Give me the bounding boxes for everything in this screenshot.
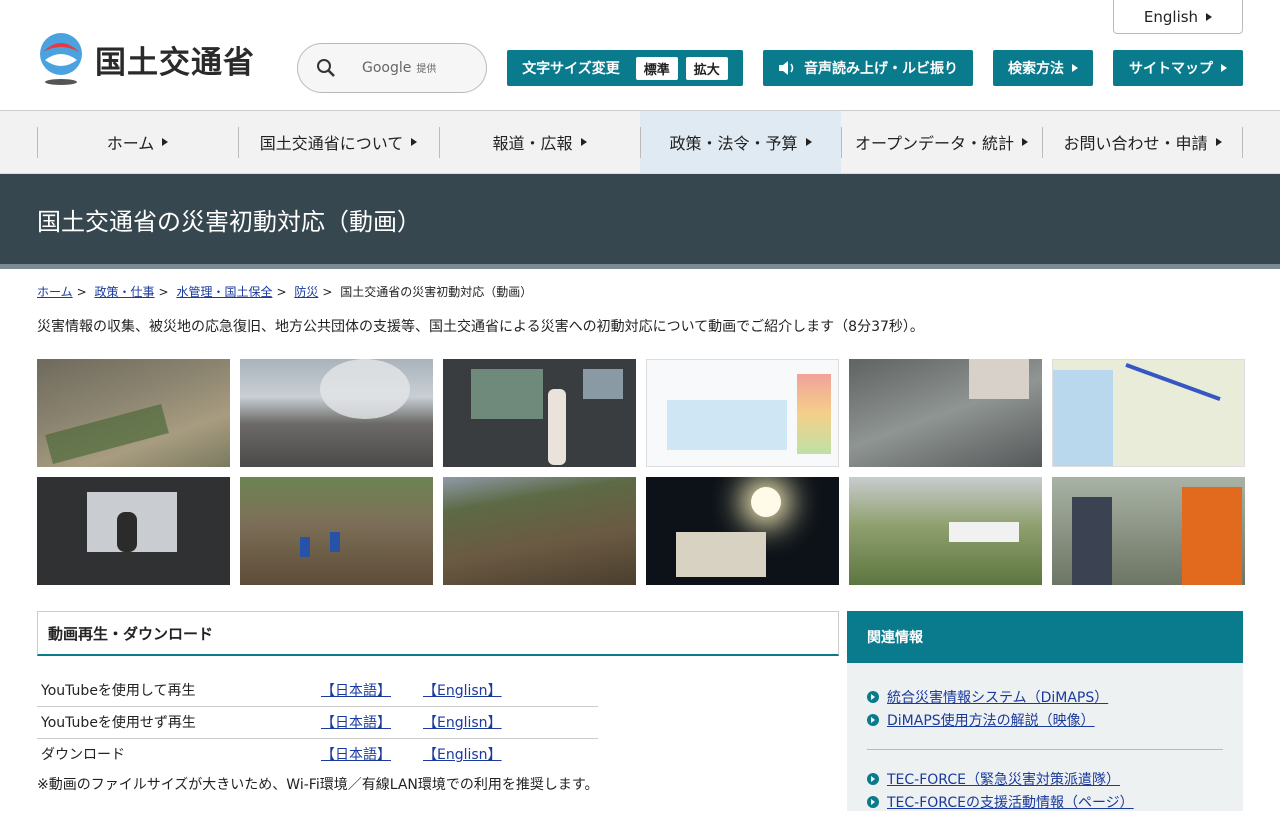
dimaps-guide-link[interactable]: DiMAPS使用方法の解説（映像） xyxy=(887,710,1095,730)
breadcrumb-current: 国土交通省の災害初動対応（動画） xyxy=(340,285,533,299)
river-level-chart-image xyxy=(646,359,839,467)
rescue-team-image xyxy=(1052,477,1245,585)
noyoutube-en-link[interactable]: 【Englisn】 xyxy=(423,715,502,731)
night-lighting-image xyxy=(646,477,839,585)
speech-button[interactable]: 音声読み上げ・ルビ振り xyxy=(763,50,973,86)
search-provider: Google 提供 xyxy=(362,60,437,76)
bullet-arrow-icon xyxy=(867,690,879,703)
nav-policy[interactable]: 政策・法令・予算 xyxy=(640,111,841,173)
briefing-room-image xyxy=(37,477,230,585)
site-header: 国土交通省 Google 提供 English 文字サイズ変更 標準 拡大 音声読… xyxy=(0,0,1280,111)
arrow-right-icon xyxy=(1022,138,1029,146)
sitemap-button[interactable]: サイトマップ xyxy=(1113,50,1243,86)
landslide-aerial-image xyxy=(443,477,636,585)
arrow-right-icon xyxy=(1215,138,1222,146)
page-title-band: 国土交通省の災害初動対応（動画） xyxy=(0,174,1280,269)
site-search[interactable]: Google 提供 xyxy=(297,43,487,93)
control-room-image xyxy=(443,359,636,467)
video-stills-gallery xyxy=(37,359,1245,585)
list-item: DiMAPS使用方法の解説（映像） xyxy=(867,708,1223,731)
font-large-button[interactable]: 拡大 xyxy=(685,56,728,80)
font-size-control: 文字サイズ変更 標準 拡大 xyxy=(507,50,743,86)
arrow-right-icon xyxy=(162,138,169,146)
arrow-right-icon xyxy=(580,138,587,146)
youtube-ja-link[interactable]: 【日本語】 xyxy=(321,683,391,699)
site-logo[interactable]: 国土交通省 xyxy=(37,32,255,86)
related-heading: 関連情報 xyxy=(847,611,1243,663)
bullet-arrow-icon xyxy=(867,795,879,808)
tec-force-link[interactable]: TEC-FORCE（緊急災害対策派遣隊） xyxy=(887,769,1120,789)
font-standard-button[interactable]: 標準 xyxy=(635,56,678,80)
nav-press[interactable]: 報道・広報 xyxy=(439,111,640,173)
bullet-arrow-icon xyxy=(867,772,879,785)
noyoutube-ja-link[interactable]: 【日本語】 xyxy=(321,715,391,731)
arrow-right-icon xyxy=(411,138,418,146)
map-table-image xyxy=(849,359,1042,467)
list-item: TEC-FORCE（緊急災害対策派遣隊） xyxy=(867,767,1223,790)
volcano-image xyxy=(240,359,433,467)
breadcrumb-home[interactable]: ホーム xyxy=(37,285,73,299)
search-method-button[interactable]: 検索方法 xyxy=(993,50,1093,86)
dimaps-map-image xyxy=(1052,359,1245,467)
search-icon xyxy=(317,59,335,77)
global-nav: ホーム 国土交通省について 報道・広報 政策・法令・予算 オープンデータ・統計 … xyxy=(0,111,1280,174)
list-item: 統合災害情報システム（DiMAPS） xyxy=(867,685,1223,708)
download-en-link[interactable]: 【Englisn】 xyxy=(423,747,502,763)
youtube-en-link[interactable]: 【Englisn】 xyxy=(423,683,502,699)
nav-about[interactable]: 国土交通省について xyxy=(238,111,439,173)
table-row: ダウンロード 【日本語】 【Englisn】 xyxy=(41,747,502,764)
related-info-sidebar: 関連情報 統合災害情報システム（DiMAPS） DiMAPS使用方法の解説（映像… xyxy=(847,611,1243,811)
speaker-icon xyxy=(779,61,794,75)
divider xyxy=(867,749,1223,750)
list-item: TEC-FORCEの支援活動情報（ページ） xyxy=(867,790,1223,813)
flood-aerial-image xyxy=(37,359,230,467)
breadcrumb-disaster[interactable]: 防災 xyxy=(294,285,318,299)
nav-home[interactable]: ホーム xyxy=(37,111,238,173)
related-links: 統合災害情報システム（DiMAPS） DiMAPS使用方法の解説（映像） xyxy=(847,663,1243,731)
bullet-arrow-icon xyxy=(867,713,879,726)
breadcrumb-policy[interactable]: 政策・仕事 xyxy=(95,285,155,299)
video-download-panel: 動画再生・ダウンロード YouTubeを使用して再生 【日本語】 【Englis… xyxy=(37,611,839,794)
download-table: YouTubeを使用して再生 【日本語】 【Englisn】 YouTubeを使… xyxy=(37,674,598,770)
logo-text: 国土交通省 xyxy=(95,44,255,81)
download-ja-link[interactable]: 【日本語】 xyxy=(321,747,391,763)
nav-opendata[interactable]: オープンデータ・統計 xyxy=(841,111,1042,173)
font-size-label: 文字サイズ変更 xyxy=(522,61,620,77)
panel-heading: 動画再生・ダウンロード xyxy=(37,611,839,656)
lead-text: 災害情報の収集、被災地の応急復旧、地方公共団体の支援等、国土交通省による災害への… xyxy=(37,319,924,335)
related-links-2: TEC-FORCE（緊急災害対策派遣隊） TEC-FORCEの支援活動情報（ペー… xyxy=(847,767,1243,813)
breadcrumb-water[interactable]: 水管理・国土保全 xyxy=(176,285,272,299)
arrow-right-icon xyxy=(805,138,812,146)
arrow-right-icon xyxy=(1221,64,1227,72)
table-row: YouTubeを使用せず再生 【日本語】 【Englisn】 xyxy=(37,706,598,739)
nav-contact[interactable]: お問い合わせ・申請 xyxy=(1042,111,1243,173)
page-title: 国土交通省の災害初動対応（動画） xyxy=(37,207,421,236)
english-link[interactable]: English xyxy=(1113,0,1243,34)
bandwidth-note: ※動画のファイルサイズが大きいため、Wi-Fi環境／有線LAN環境での利用を推奨… xyxy=(37,777,599,793)
pump-trucks-image xyxy=(849,477,1042,585)
arrow-right-icon xyxy=(1072,64,1078,72)
tec-force-activity-link[interactable]: TEC-FORCEの支援活動情報（ページ） xyxy=(887,792,1134,812)
table-row: YouTubeを使用して再生 【日本語】 【Englisn】 xyxy=(37,674,598,707)
breadcrumb: ホーム > 政策・仕事 > 水管理・国土保全 > 防災 > 国土交通省の災害初動対応（動… xyxy=(37,285,533,299)
dimaps-link[interactable]: 統合災害情報システム（DiMAPS） xyxy=(887,687,1108,707)
mlit-logo-icon xyxy=(37,32,85,86)
landslide-workers-image xyxy=(240,477,433,585)
